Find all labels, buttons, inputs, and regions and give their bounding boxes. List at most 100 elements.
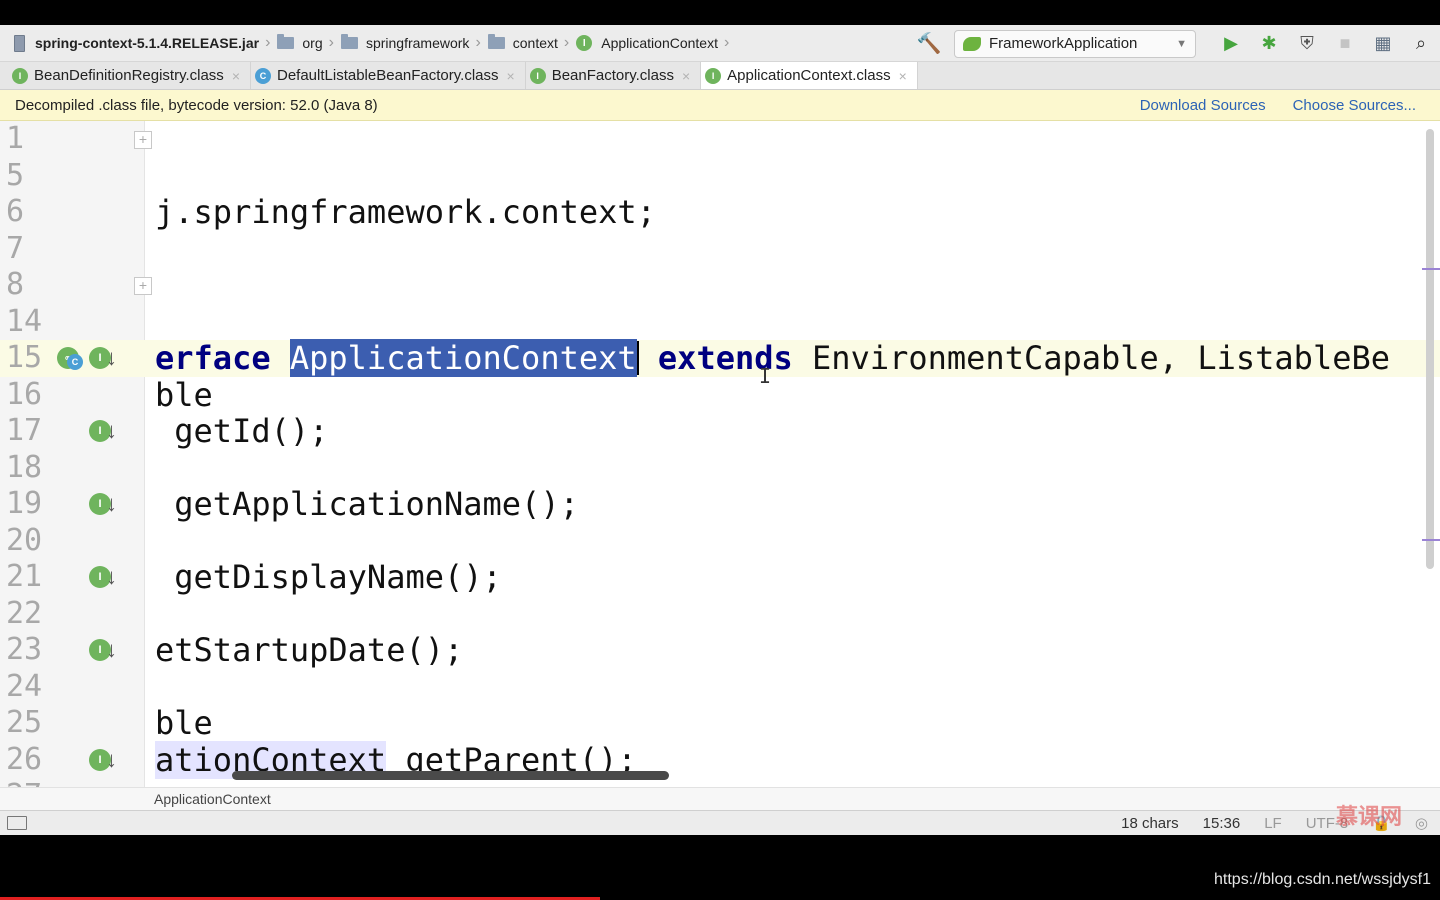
code-token: EnvironmentCapable, ListableBe xyxy=(812,339,1390,377)
spring-boot-icon xyxy=(963,36,981,51)
line-number: 18 xyxy=(6,449,43,485)
code-line: 21 I ↓ getDisplayName(); xyxy=(0,559,1440,596)
caret-position[interactable]: 15:36 xyxy=(1203,815,1241,832)
line-number: 27 xyxy=(6,778,46,787)
tab-defaultlistablebeanfactory[interactable]: C DefaultListableBeanFactory.class × xyxy=(251,62,526,89)
tab-beandefinitionregistry[interactable]: I BeanDefinitionRegistry.class × xyxy=(8,62,251,89)
text-caret xyxy=(636,341,639,375)
code-line: 8 + xyxy=(0,267,1440,304)
interface-icon: I xyxy=(705,67,722,84)
play-icon: ▶ xyxy=(1224,33,1238,53)
line-number: 15 xyxy=(6,340,43,375)
choose-sources-link[interactable]: Choose Sources... xyxy=(1293,97,1416,114)
code-line: 25 ble xyxy=(0,705,1440,742)
decompiled-banner: Decompiled .class file, bytecode version… xyxy=(0,90,1440,121)
tool-window-toggle-icon[interactable] xyxy=(7,816,27,830)
scrollbar-marker[interactable] xyxy=(1422,539,1440,541)
line-number: 19 xyxy=(6,486,43,521)
coverage-button[interactable]: ⛨ xyxy=(1288,30,1326,58)
folder-icon xyxy=(277,34,295,49)
code-text: getId(); xyxy=(155,412,329,450)
close-icon[interactable]: × xyxy=(232,68,240,84)
class-icon: C xyxy=(255,67,271,84)
chevron-right-icon: › xyxy=(265,34,271,51)
arrow-down-icon: ↓ xyxy=(106,746,117,772)
fold-expand-icon[interactable]: + xyxy=(134,131,152,149)
breadcrumb-label: springframework xyxy=(365,35,470,51)
tab-applicationcontext[interactable]: I ApplicationContext.class × xyxy=(701,62,918,89)
close-icon[interactable]: × xyxy=(682,68,690,84)
line-number: 25 xyxy=(6,705,43,740)
code-editor[interactable]: 1 + 5 6 j.springframework.context; 7 8 +… xyxy=(0,121,1440,787)
line-number: 20 xyxy=(6,522,43,558)
breadcrumb-jar[interactable]: spring-context-5.1.4.RELEASE.jar xyxy=(14,34,260,52)
main-toolbar: 🔨 FrameworkApplication ▼ ▶ ✱ ⛨ ■ ▦ ⌕ xyxy=(916,25,1440,62)
code-line: 1 + xyxy=(0,121,1440,158)
keyword-token: extends xyxy=(657,339,793,377)
tab-label: DefaultListableBeanFactory.class xyxy=(277,67,499,84)
code-line: 26 I ↓ ationContext getParent(); xyxy=(0,740,1440,779)
breadcrumb-label: context xyxy=(512,35,558,51)
debug-button[interactable]: ✱ xyxy=(1250,30,1288,58)
line-number: 7 xyxy=(6,230,25,266)
folder-grid-icon: ▦ xyxy=(1374,33,1392,53)
chevron-down-icon: ▼ xyxy=(1176,37,1187,50)
horizontal-scrollbar[interactable] xyxy=(232,771,669,780)
fold-expand-icon[interactable]: + xyxy=(134,277,152,295)
code-text: erface ApplicationContext extends Enviro… xyxy=(155,339,1390,377)
code-text: getApplicationName(); xyxy=(155,485,579,523)
code-line: 23 I ↓ etStartupDate(); xyxy=(0,632,1440,669)
chevron-right-icon: › xyxy=(475,34,481,51)
download-sources-link[interactable]: Download Sources xyxy=(1140,97,1266,114)
arrow-down-icon: ↓ xyxy=(106,418,117,443)
structure-breadcrumb-label[interactable]: ApplicationContext xyxy=(154,791,271,807)
tab-beanfactory[interactable]: I BeanFactory.class × xyxy=(526,62,702,89)
vertical-scrollbar[interactable] xyxy=(1426,129,1434,569)
stop-button[interactable]: ■ xyxy=(1326,30,1364,58)
breadcrumb-label: spring-context-5.1.4.RELEASE.jar xyxy=(35,35,260,51)
code-line: 7 xyxy=(0,231,1440,268)
build-hammer-icon[interactable]: 🔨 xyxy=(916,31,942,57)
run-button[interactable]: ▶ xyxy=(1212,30,1250,58)
folder-icon xyxy=(340,34,358,49)
chevron-right-icon: › xyxy=(328,34,334,51)
interface-icon: I xyxy=(12,67,28,84)
code-line: 5 xyxy=(0,158,1440,195)
code-line: 27 xyxy=(0,778,1440,787)
ide-window: spring-context-5.1.4.RELEASE.jar › org ›… xyxy=(0,25,1440,835)
search-everywhere-button[interactable]: ⌕ xyxy=(1402,30,1440,58)
arrow-down-icon: ↓ xyxy=(106,637,117,662)
breadcrumb-springframework[interactable]: springframework xyxy=(340,34,470,51)
line-number: 6 xyxy=(6,194,25,229)
line-separator[interactable]: LF xyxy=(1264,815,1282,832)
structure-breadcrumb[interactable]: ApplicationContext xyxy=(0,787,1440,810)
code-line: 17 I ↓ getId(); xyxy=(0,413,1440,450)
code-line: 14 xyxy=(0,304,1440,341)
scrollbar-marker[interactable] xyxy=(1422,268,1440,270)
breadcrumb-org[interactable]: org xyxy=(277,34,323,51)
code-text: etStartupDate(); xyxy=(155,631,464,669)
tab-label: ApplicationContext.class xyxy=(727,67,891,84)
chevron-right-icon: › xyxy=(563,34,570,51)
close-icon[interactable]: × xyxy=(507,68,515,84)
code-line: 20 xyxy=(0,523,1440,560)
stop-icon: ■ xyxy=(1339,33,1351,53)
tab-label: BeanFactory.class xyxy=(551,67,674,84)
close-icon[interactable]: × xyxy=(899,68,907,84)
project-structure-button[interactable]: ▦ xyxy=(1364,30,1402,58)
code-line: 16 ble xyxy=(0,377,1440,414)
notifications-icon[interactable]: ◎ xyxy=(1415,814,1428,832)
selection-char-count: 18 chars xyxy=(1121,814,1179,832)
breadcrumb-context[interactable]: context xyxy=(487,34,558,51)
line-number: 22 xyxy=(6,595,43,631)
line-number: 14 xyxy=(6,303,43,339)
banner-message: Decompiled .class file, bytecode version… xyxy=(15,96,378,114)
folder-icon xyxy=(487,34,505,49)
breadcrumb-applicationcontext[interactable]: I ApplicationContext xyxy=(576,35,718,51)
watermark-logo: 慕课网 xyxy=(1336,804,1403,829)
shield-run-icon: ⛨ xyxy=(1300,33,1314,53)
run-configuration-select[interactable]: FrameworkApplication ▼ xyxy=(954,29,1196,58)
code-text: getDisplayName(); xyxy=(155,558,502,596)
breadcrumb-label: org xyxy=(302,35,323,51)
arrow-down-icon: ↓ xyxy=(106,564,117,589)
